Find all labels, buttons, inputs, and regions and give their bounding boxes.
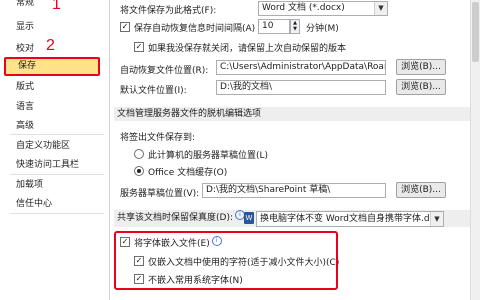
chevron-down-icon: ▼ — [374, 2, 387, 15]
annotation-2: 2 — [46, 37, 55, 54]
browse-default-button[interactable]: 浏览(B)... — [396, 79, 446, 95]
server-drafts-radio[interactable] — [134, 149, 144, 159]
default-path-input[interactable]: D:\我的文档\ — [216, 80, 386, 95]
minutes-unit-label: 分钟(M) — [306, 24, 339, 34]
browse-autorecover-button[interactable]: 浏览(B)... — [396, 59, 446, 75]
file-format-label: 将文件保存为此格式(F): — [120, 6, 217, 16]
scrollbar-thumb[interactable] — [472, 2, 479, 62]
server-drafts-path-input[interactable]: D:\我的文档\SharePoint 草稿\ — [202, 183, 386, 198]
sidebar-item-save[interactable]: 保存 — [4, 57, 100, 76]
minutes-spinner[interactable]: ▲ ▼ — [290, 19, 300, 34]
sidebar-item-layout[interactable]: 版式 — [4, 78, 100, 96]
default-location-label: 默认文件位置(I): — [120, 86, 187, 96]
server-drafts-location-label: 服务器草稿位置(V): — [120, 189, 200, 199]
office-cache-radio[interactable] — [134, 166, 144, 176]
browse-drafts-button[interactable]: 浏览(B)... — [396, 182, 446, 198]
fidelity-document-select[interactable]: 换电脑字体不变 Word文档自身携带字体.docx ▼ — [256, 211, 444, 227]
word-doc-icon: W — [244, 212, 254, 224]
keep-last-version-label: 如果我没保存就关闭，请保留上次自动保留的版本 — [148, 44, 347, 54]
sidebar-item-trust-center[interactable]: 信任中心 — [4, 195, 100, 213]
highlight-box — [114, 231, 338, 290]
server-drafts-option-label: 此计算机的服务器草稿位置(L) — [148, 151, 269, 161]
sidebar-item-quick-access-toolbar[interactable]: 快速访问工具栏 — [4, 156, 100, 174]
sidebar-item-customize-ribbon[interactable]: 自定义功能区 — [4, 137, 100, 155]
autosave-label: 保存自动恢复信息时间间隔(A) — [134, 24, 256, 34]
autosave-checkbox[interactable]: ✓ — [120, 22, 130, 32]
annotation-1: 1 — [52, 0, 61, 13]
sidebar-item-add-ins[interactable]: 加载项 — [4, 176, 100, 194]
keep-last-version-checkbox[interactable]: ✓ — [134, 42, 144, 52]
sidebar-item-display[interactable]: 显示 — [4, 18, 100, 36]
file-format-select[interactable]: Word 文档 (*.docx) ▼ — [258, 1, 388, 16]
autosave-minutes-input[interactable]: 10 — [258, 19, 290, 34]
fidelity-header-label: 共享该文档时保留保真度(D): — [117, 213, 233, 223]
vertical-scrollbar[interactable] — [470, 0, 480, 300]
office-cache-option-label: Office 文档缓存(O) — [148, 168, 228, 178]
sidebar-divider — [10, 134, 104, 135]
save-options-panel: 将文件保存为此格式(F): Word 文档 (*.docx) ▼ ✓ 保存自动恢… — [110, 0, 480, 300]
chevron-down-icon: ▼ — [430, 212, 443, 226]
sidebar-item-language[interactable]: 语言 — [4, 98, 100, 116]
options-sidebar: 常规 显示 校对 保存 版式 语言 高级 自定义功能区 快速访问工具栏 加载项 … — [0, 0, 110, 300]
sidebar-divider — [10, 213, 104, 214]
autorecover-location-label: 自动恢复文件位置(R): — [120, 66, 209, 76]
sidebar-divider — [10, 174, 104, 175]
file-format-value: Word 文档 (*.docx) — [262, 3, 345, 13]
autorecover-path-input[interactable]: C:\Users\Administrator\AppData\Roaming — [216, 60, 386, 75]
offline-editing-header: 文档管理服务器文件的脱机编辑选项 — [114, 107, 476, 121]
fidelity-document-value: 换电脑字体不变 Word文档自身携带字体.docx — [260, 214, 444, 224]
sidebar-item-advanced[interactable]: 高级 — [4, 117, 100, 135]
save-checked-out-label: 将签出文件保存到: — [120, 133, 196, 143]
